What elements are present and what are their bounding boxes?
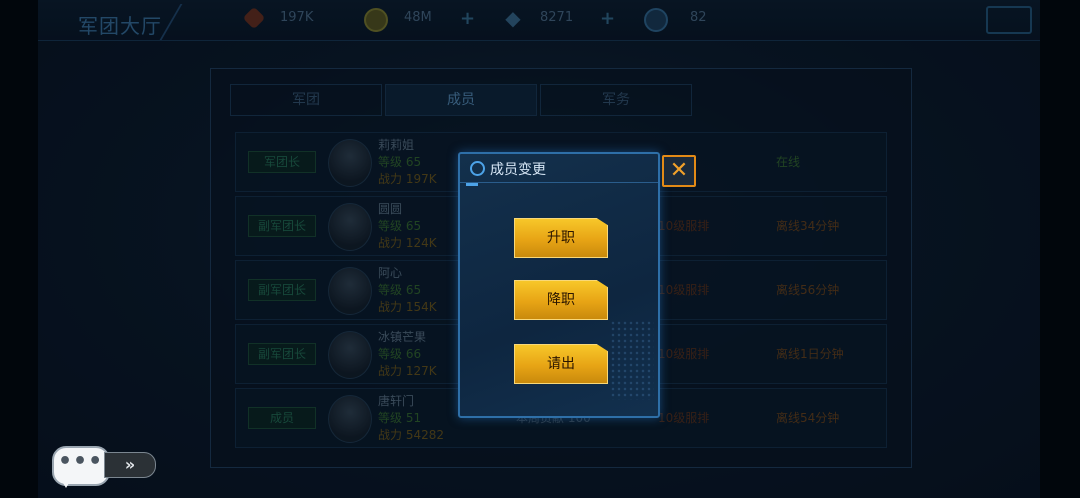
title-accent bbox=[466, 183, 478, 186]
demote-button[interactable]: 降职 bbox=[514, 280, 608, 320]
ring-icon bbox=[470, 161, 485, 176]
chat-expand-button[interactable]: » bbox=[104, 452, 156, 478]
kick-button[interactable]: 请出 bbox=[514, 344, 608, 384]
dialog-title: 成员变更 bbox=[490, 162, 546, 178]
close-button[interactable]: ✕ bbox=[662, 155, 696, 187]
dialog-dot-pattern bbox=[610, 320, 654, 400]
chat-bubble-tail bbox=[60, 478, 72, 488]
promote-button[interactable]: 升职 bbox=[514, 218, 608, 258]
dialog-header: 成员变更 bbox=[460, 154, 658, 183]
chat-dots: ••• bbox=[58, 449, 104, 474]
